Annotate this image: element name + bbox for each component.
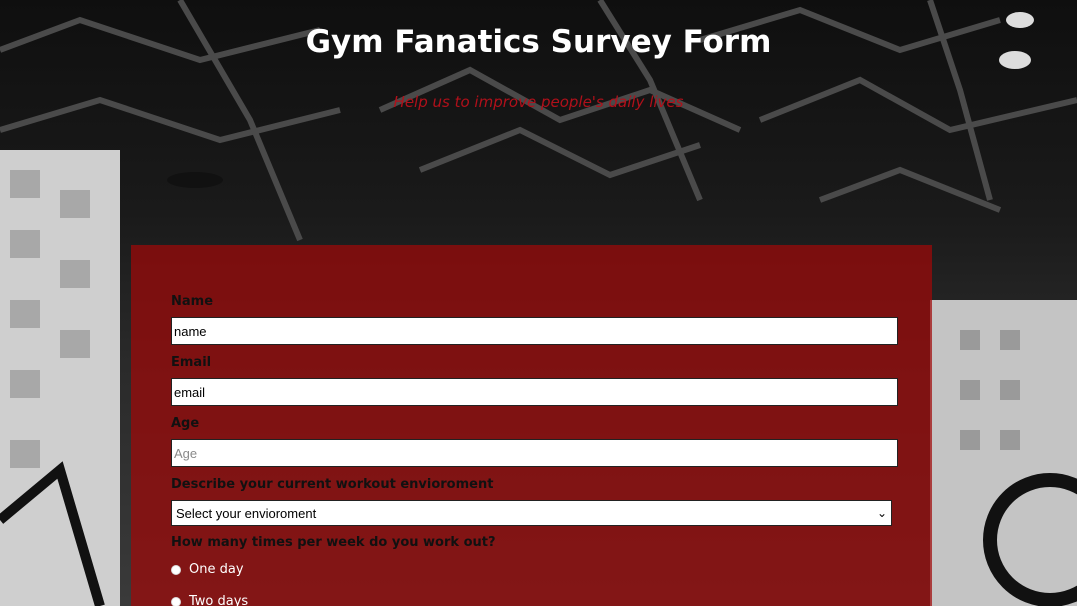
frequency-question: How many times per week do you work out? [171,535,496,550]
page-description: Help us to improve people's daily lives [393,93,684,111]
age-input[interactable] [171,439,898,467]
frequency-option-two-days[interactable]: Two days [171,594,248,606]
age-label: Age [171,416,200,431]
environment-selected-value: Select your envioroment [176,505,317,521]
page-title: Gym Fanatics Survey Form [305,24,772,60]
name-label: Name [171,294,214,309]
frequency-option-label: Two days [189,594,249,606]
frequency-option-label: One day [189,562,244,577]
radio-button[interactable] [171,564,181,575]
environment-label: Describe your current workout envioromen… [171,477,494,492]
frequency-option-one-day[interactable]: One day [171,562,244,577]
email-input[interactable] [171,378,898,406]
radio-button[interactable] [171,596,181,606]
chevron-down-icon: ⌄ [876,506,887,520]
email-label: Email [171,355,212,370]
environment-select[interactable]: Select your envioroment ⌄ [171,500,892,526]
survey-form: Name Email Age Describe your current wor… [131,245,932,606]
name-input[interactable] [171,317,898,345]
